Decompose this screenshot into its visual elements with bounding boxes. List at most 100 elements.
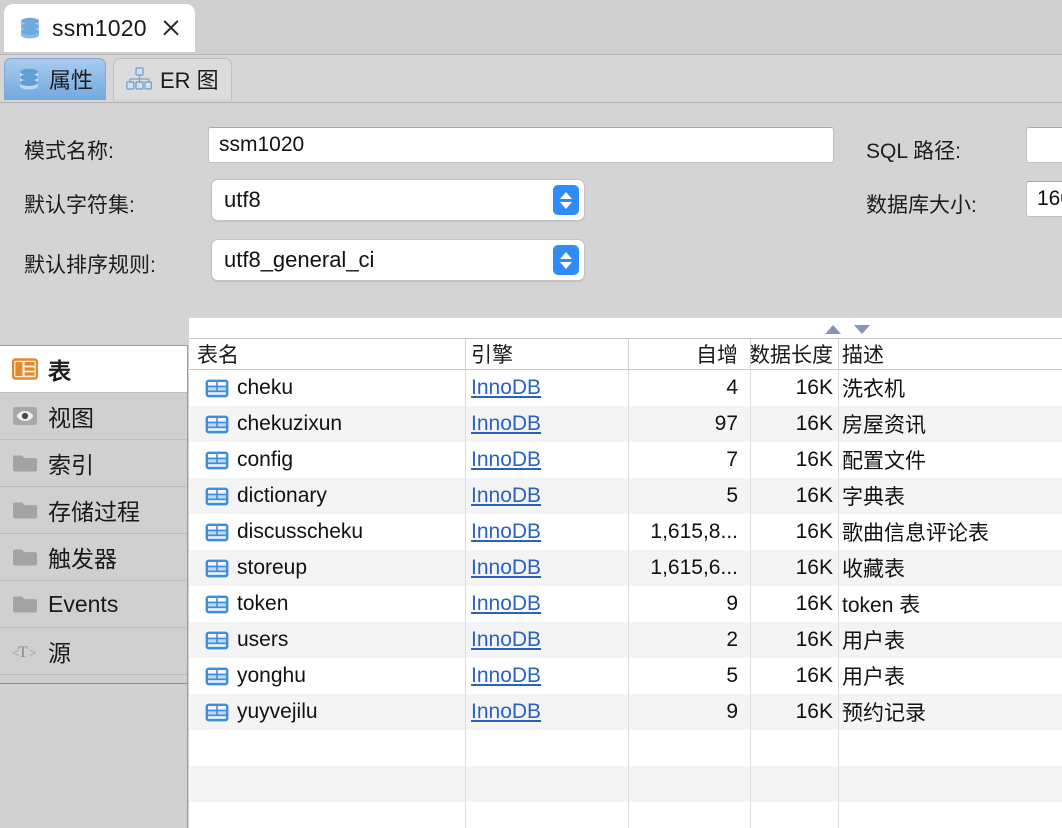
cell-comment: 配置文件 (842, 450, 926, 473)
folder-icon (12, 546, 38, 568)
table-row-empty (189, 730, 1062, 766)
sidebar-item-events[interactable]: Events (0, 581, 187, 628)
cell-data-length: 16K (795, 664, 833, 687)
column-divider (465, 802, 466, 828)
sidebar-item-source-label: 源 (48, 640, 71, 666)
cell-comment: 用户表 (842, 666, 905, 689)
cell-table-name: dictionary (197, 478, 459, 514)
sql-path-label: SQL 路径: (866, 140, 961, 163)
column-header-data-length[interactable]: 数据长度 (745, 339, 833, 369)
sidebar-item-triggers[interactable]: 触发器 (0, 534, 187, 581)
sidebar-item-tables-label: 表 (48, 358, 71, 384)
cell-comment: 用户表 (842, 630, 905, 653)
engine-link[interactable]: InnoDB (471, 700, 541, 724)
table-name-text: dictionary (237, 484, 327, 507)
sidebar-item-views-label: 视图 (48, 405, 94, 431)
chevron-updown-icon[interactable] (553, 185, 579, 215)
eye-folder-icon (12, 405, 38, 427)
table-icon (12, 358, 38, 380)
engine-link[interactable]: InnoDB (471, 520, 541, 544)
cell-table-name (197, 766, 459, 802)
table-row[interactable]: yuyvejilu InnoDB 9 16K 预约记录 (189, 694, 1062, 730)
cell-table-name: cheku (197, 370, 459, 406)
cell-comment: token 表 (842, 594, 921, 617)
sidebar-item-source[interactable]: < T > 源 (0, 628, 187, 675)
cell-data-length: 16K (795, 628, 833, 651)
table-row[interactable]: dictionary InnoDB 5 16K 字典表 (189, 478, 1062, 514)
charset-value: utf8 (224, 187, 261, 212)
schema-name-input[interactable]: ssm1020 (208, 127, 834, 163)
engine-link[interactable]: InnoDB (471, 376, 541, 400)
cell-auto-increment: 4 (726, 376, 738, 399)
column-header-comment[interactable]: 描述 (842, 339, 1042, 369)
table-header-row: 表名 引擎 自增 数据长度 描述 (189, 338, 1062, 371)
cell-table-name: yonghu (197, 658, 459, 694)
cell-auto-increment: 9 (726, 700, 738, 723)
cell-data-length: 16K (795, 376, 833, 399)
column-divider (465, 586, 466, 622)
table-row[interactable]: users InnoDB 2 16K 用户表 (189, 622, 1062, 658)
table-name-text: discusscheku (237, 520, 364, 543)
cell-data-length: 16K (795, 448, 833, 471)
sidebar-item-views[interactable]: 视图 (0, 393, 187, 440)
cell-data-length: 16K (795, 484, 833, 507)
table-row[interactable]: yonghu InnoDB 5 16K 用户表 (189, 658, 1062, 694)
engine-link[interactable]: InnoDB (471, 556, 541, 580)
charset-select[interactable]: utf8 (211, 179, 585, 221)
cell-table-name: storeup (197, 550, 459, 586)
engine-link[interactable]: InnoDB (471, 592, 541, 616)
engine-link[interactable]: InnoDB (471, 484, 541, 508)
cell-comment: 收藏表 (842, 558, 905, 581)
column-header-auto-increment[interactable]: 自增 (579, 339, 738, 369)
charset-label: 默认字符集: (24, 194, 135, 217)
cell-data-length (745, 766, 833, 802)
cell-auto-increment: 1,615,6... (650, 556, 738, 579)
table-row[interactable]: cheku InnoDB 4 16K 洗衣机 (189, 370, 1062, 406)
sort-ascending-icon[interactable] (825, 325, 841, 334)
tab-er-diagram[interactable]: ER 图 (113, 58, 232, 100)
sidebar-item-events-label: Events (48, 590, 119, 617)
table-row-icon (205, 451, 229, 470)
column-divider (838, 442, 839, 478)
sort-descending-icon[interactable] (854, 325, 870, 334)
cell-table-name (197, 730, 459, 766)
table-row[interactable]: storeup InnoDB 1,615,6... 16K 收藏表 (189, 550, 1062, 586)
column-divider (838, 766, 839, 802)
column-header-table-name[interactable]: 表名 (197, 339, 457, 369)
sidebar-item-tables[interactable]: 表 (0, 346, 187, 393)
column-divider (838, 658, 839, 694)
table-row[interactable]: config InnoDB 7 16K 配置文件 (189, 442, 1062, 478)
column-divider (838, 694, 839, 730)
tab-properties[interactable]: 属性 (4, 58, 107, 100)
db-size-label: 数据库大小: (866, 194, 977, 217)
table-name-text: chekuzixun (237, 412, 343, 435)
column-divider (838, 802, 839, 828)
cell-table-name: yuyvejilu (197, 694, 459, 730)
cell-auto-increment (579, 802, 738, 828)
engine-link[interactable]: InnoDB (471, 412, 541, 436)
cell-auto-increment: 97 (714, 412, 738, 435)
table-row-icon (205, 379, 229, 398)
document-tab-ssm1020[interactable]: ssm1020 (4, 4, 195, 52)
collation-select[interactable]: utf8_general_ci (211, 239, 585, 281)
table-row-icon (205, 415, 229, 434)
database-schema-window: ssm1020 属性 ER 图 模式名称: ssm1020 默认字符集: utf… (0, 0, 1062, 828)
sql-path-input[interactable] (1026, 127, 1062, 163)
sidebar-item-stored-procedures[interactable]: 存储过程 (0, 487, 187, 534)
table-body: cheku InnoDB 4 16K 洗衣机 chekuzixun InnoDB 97 16K 房… (189, 370, 1062, 828)
column-divider (465, 478, 466, 514)
chevron-updown-icon[interactable] (553, 245, 579, 275)
table-name-text: cheku (237, 376, 294, 399)
sidebar-item-triggers-label: 触发器 (48, 546, 117, 572)
table-row[interactable]: chekuzixun InnoDB 97 16K 房屋资讯 (189, 406, 1062, 442)
close-icon[interactable] (161, 18, 181, 38)
engine-link[interactable]: InnoDB (471, 664, 541, 688)
table-row[interactable]: discusscheku InnoDB 1,615,8... 16K 歌曲信息评论表 (189, 514, 1062, 550)
engine-link[interactable]: InnoDB (471, 448, 541, 472)
table-row[interactable]: token InnoDB 9 16K token 表 (189, 586, 1062, 622)
engine-link[interactable]: InnoDB (471, 628, 541, 652)
cell-data-length: 16K (795, 412, 833, 435)
sidebar-item-indexes[interactable]: 索引 (0, 440, 187, 487)
cell-auto-increment: 7 (726, 448, 738, 471)
db-size-input[interactable]: 160 (1026, 181, 1062, 217)
